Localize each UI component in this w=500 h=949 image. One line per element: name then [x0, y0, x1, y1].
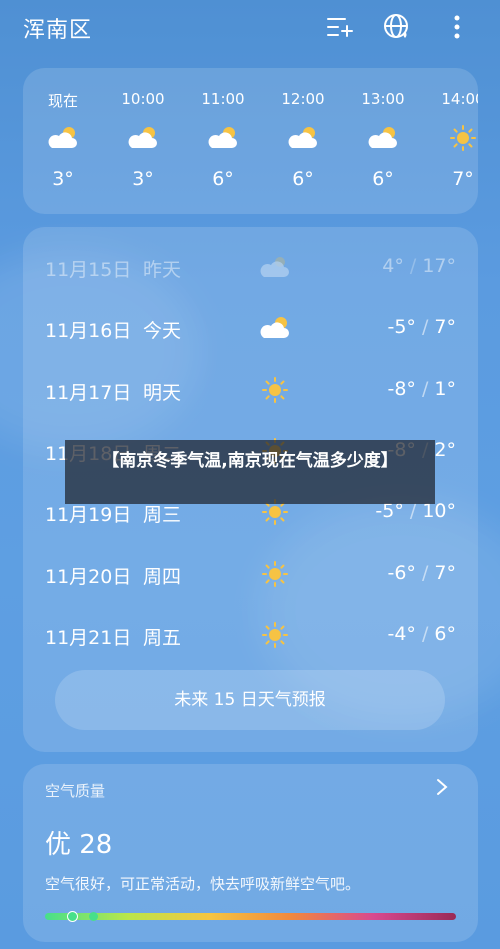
caption-text: 【南京冬季气温,南京现在气温多少度】: [102, 451, 398, 471]
hourly-forecast-card[interactable]: 现在 3° 10:00 3° 11:00 6° 12:00 6° 13:00 6° 14:00 7°: [23, 68, 478, 214]
hourly-temp: 3°: [132, 168, 154, 190]
daily-high: 7°: [434, 316, 456, 339]
daily-row[interactable]: 11月17日 明天 -8° / 1°: [23, 370, 478, 410]
sun-icon: [262, 621, 288, 648]
daily-day: 周五: [143, 626, 182, 649]
daily-temp-range: -6° / 7°: [387, 561, 456, 584]
15-day-forecast-button[interactable]: 未来 15 日天气预报: [55, 670, 445, 730]
air-quality-value: 优 28: [45, 830, 113, 860]
sun-icon: [262, 376, 288, 403]
hourly-weather-icon: [366, 122, 400, 152]
daily-weather-icon: [258, 558, 292, 590]
daily-weather-icon: [258, 312, 292, 344]
partly-cloudy-icon: [48, 127, 77, 148]
more-menu-button[interactable]: [440, 10, 474, 44]
globe-icon: [384, 14, 408, 38]
daily-date: 11月19日: [45, 504, 132, 527]
hourly-weather-icon: [206, 122, 240, 152]
daily-row[interactable]: 11月16日 今天 -5° / 7°: [23, 308, 478, 348]
cloudy-icon: [260, 257, 289, 277]
hourly-weather-icon: [446, 122, 478, 152]
daily-high: 1°: [434, 377, 456, 400]
hourly-temp: 6°: [372, 168, 394, 190]
air-quality-label: 空气质量: [45, 782, 106, 800]
daily-date: 11月16日: [45, 320, 132, 343]
hourly-temp: 3°: [52, 168, 74, 190]
daily-day: 昨天: [143, 259, 182, 281]
daily-high: 2°: [434, 438, 456, 461]
daily-high: 7°: [434, 561, 456, 584]
daily-day: 明天: [143, 381, 182, 404]
manage-cities-button[interactable]: [322, 10, 356, 44]
caption-overlay: 【南京冬季气温,南京现在气温多少度】: [65, 440, 435, 504]
hourly-temp: 7°: [452, 168, 474, 190]
hourly-weather-icon: [126, 122, 160, 152]
hourly-weather-icon: [46, 122, 80, 152]
more-vertical-icon: [454, 15, 460, 39]
daily-high: 6°: [434, 622, 456, 645]
daily-row[interactable]: 11月21日 周五 -4° / 6°: [23, 615, 478, 655]
daily-row[interactable]: 11月20日 周四 -6° / 7°: [23, 554, 478, 594]
air-quality-card[interactable]: 空气质量 优 28 空气很好，可正常活动，快去呼吸新鲜空气吧。: [23, 764, 478, 942]
sun-icon: [450, 125, 476, 151]
aqi-scale-bar: [45, 913, 456, 920]
aqi-indicator-dot-secondary: [89, 912, 98, 921]
daily-row[interactable]: 11月15日 昨天 4° / 17°: [23, 247, 478, 287]
chevron-right-icon[interactable]: [436, 778, 448, 800]
aqi-indicator-dot: [67, 911, 78, 922]
globe-button[interactable]: [380, 10, 414, 44]
daily-date: 11月15日: [45, 259, 132, 281]
hourly-time: 10:00: [121, 90, 165, 108]
daily-temp-range: -4° / 6°: [387, 622, 456, 645]
hourly-time: 14:00: [441, 90, 478, 108]
app-header: 浑南区: [0, 0, 500, 56]
daily-low: -5°: [387, 316, 416, 339]
daily-temp-range: -8° / 1°: [387, 377, 456, 400]
daily-date: 11月21日: [45, 626, 132, 649]
list-add-icon: [327, 18, 353, 37]
daily-low: -8°: [387, 377, 416, 400]
partly-cloudy-icon: [368, 127, 397, 148]
daily-day: 今天: [143, 320, 182, 343]
daily-weather-icon: [258, 374, 292, 406]
partly-cloudy-icon: [260, 317, 289, 339]
partly-cloudy-icon: [128, 127, 157, 148]
sun-icon: [262, 560, 288, 587]
location-title[interactable]: 浑南区: [23, 12, 92, 44]
hourly-time: 13:00: [361, 90, 405, 108]
daily-temp-range: -5° / 7°: [387, 316, 456, 339]
hourly-temp: 6°: [292, 168, 314, 190]
daily-low: 4°: [382, 255, 404, 277]
partly-cloudy-icon: [208, 127, 237, 148]
daily-low: -4°: [387, 622, 416, 645]
daily-high: 17°: [422, 255, 456, 277]
hourly-temp: 6°: [212, 168, 234, 190]
daily-weather-icon: [258, 619, 292, 651]
hourly-time: 现在: [47, 92, 78, 110]
daily-low: -6°: [387, 561, 416, 584]
daily-date: 11月17日: [45, 381, 132, 404]
air-quality-description: 空气很好，可正常活动，快去呼吸新鲜空气吧。: [45, 875, 361, 893]
hourly-weather-icon: [286, 122, 320, 152]
partly-cloudy-icon: [288, 127, 317, 148]
hourly-time: 11:00: [201, 90, 245, 108]
daily-day: 周四: [143, 565, 182, 588]
daily-temp-range: 4° / 17°: [382, 255, 456, 277]
daily-day: 周三: [143, 504, 182, 527]
daily-weather-icon: [258, 251, 292, 283]
hourly-time: 12:00: [281, 90, 325, 108]
daily-date: 11月20日: [45, 565, 132, 588]
